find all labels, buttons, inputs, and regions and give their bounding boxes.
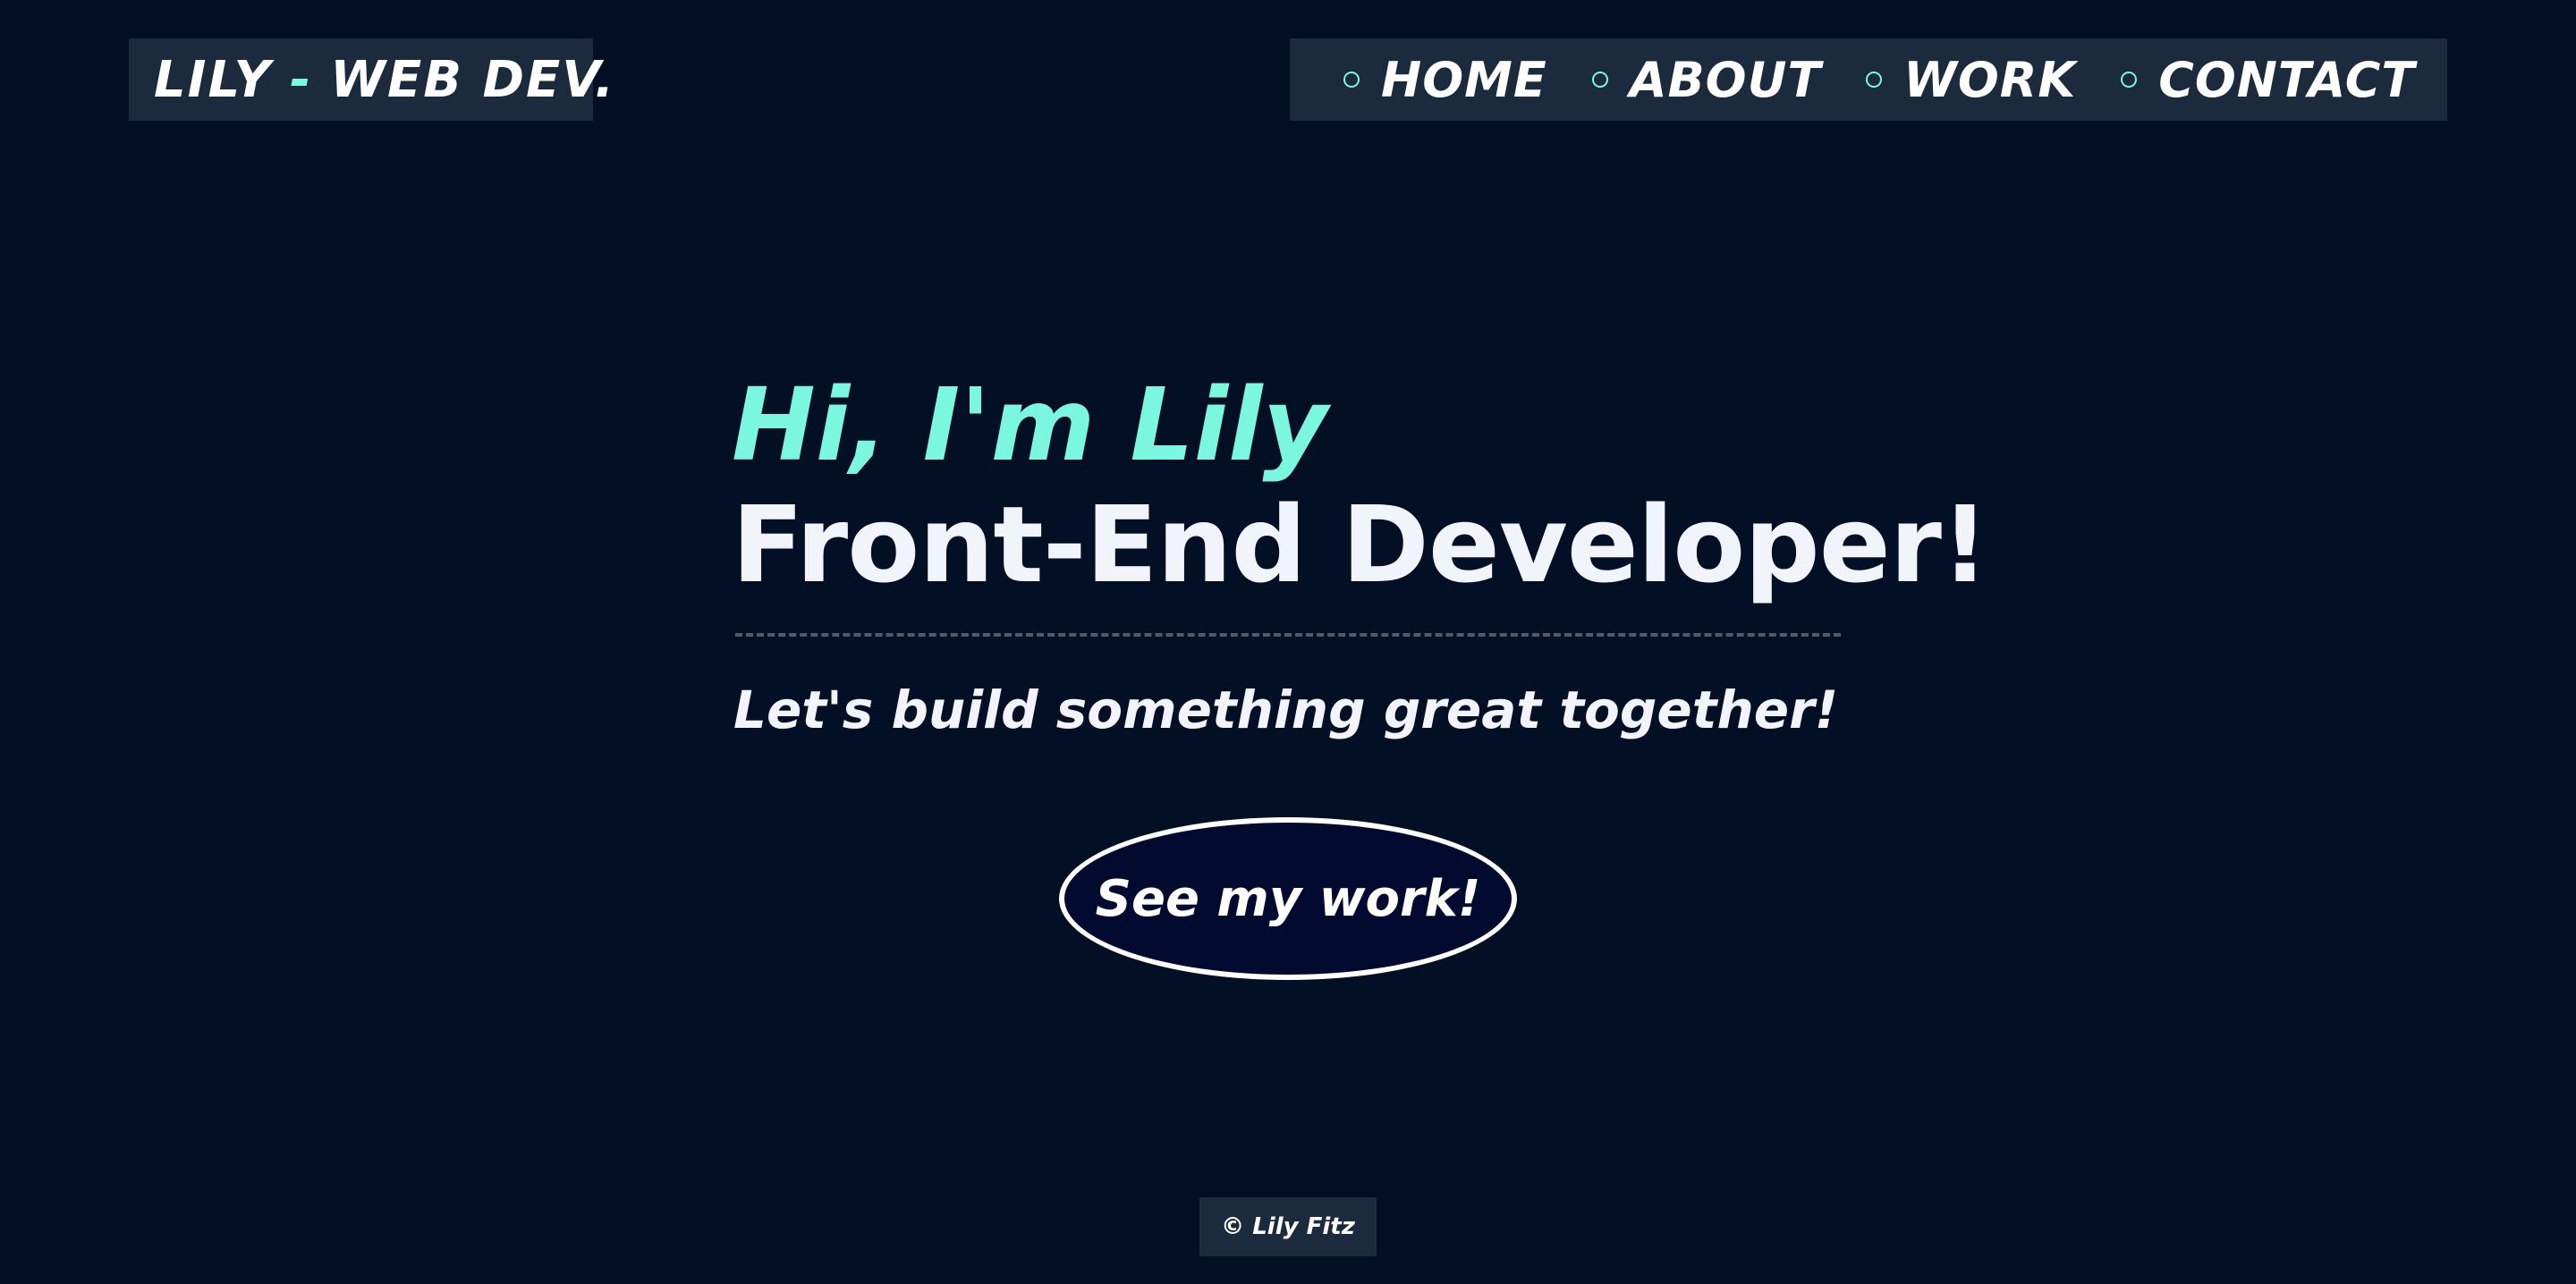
cta-label: See my work! <box>1095 869 1481 928</box>
circle-outline-icon <box>2121 72 2138 88</box>
hero-divider <box>735 633 1841 637</box>
nav-label: ABOUT <box>1629 51 1822 108</box>
nav-label: HOME <box>1381 51 1547 108</box>
see-my-work-button[interactable]: See my work! <box>1059 817 1517 980</box>
logo-dash: - <box>290 50 313 109</box>
logo-suffix: WEB DEV. <box>330 50 616 109</box>
footer-copyright: © Lily Fitz <box>1221 1213 1355 1240</box>
logo-name: LILY <box>154 50 273 109</box>
nav-label: WORK <box>1903 51 2077 108</box>
footer: © Lily Fitz <box>1199 1197 1377 1256</box>
circle-outline-icon <box>1343 72 1360 88</box>
hero-subtitle: Let's build something great together! <box>733 680 1839 740</box>
nav-item-contact[interactable]: CONTACT <box>2121 52 2415 108</box>
circle-outline-icon <box>1866 72 1883 88</box>
nav-label: CONTACT <box>2158 51 2416 108</box>
site-logo[interactable]: LILY - WEB DEV. <box>129 38 614 121</box>
circle-outline-icon <box>1591 72 1608 88</box>
hero-greeting: Hi, I'm Lily <box>732 367 1328 484</box>
main-nav: HOME ABOUT WORK CONTACT <box>1290 38 2447 121</box>
nav-item-about[interactable]: ABOUT <box>1591 51 1822 108</box>
nav-item-work[interactable]: WORK <box>1866 52 2076 108</box>
nav-item-home[interactable]: HOME <box>1343 52 1547 108</box>
hero-title: Front-End Developer! <box>732 483 1989 606</box>
